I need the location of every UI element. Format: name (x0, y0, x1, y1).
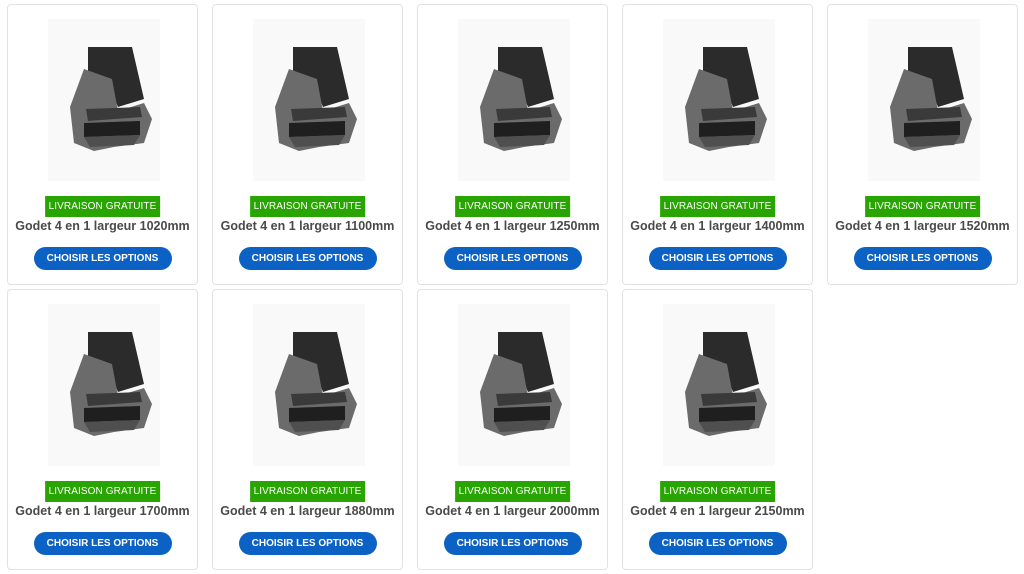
product-card[interactable]: LIVRAISON GRATUITE Godet 4 en 1 largeur … (7, 289, 198, 570)
product-title[interactable]: Godet 4 en 1 largeur 1520mm (828, 219, 1017, 233)
product-title[interactable]: Godet 4 en 1 largeur 1020mm (8, 219, 197, 233)
choose-options-button[interactable]: CHOISIR LES OPTIONS (238, 247, 377, 270)
product-title[interactable]: Godet 4 en 1 largeur 1700mm (8, 504, 197, 518)
free-delivery-badge: LIVRAISON GRATUITE (659, 196, 776, 217)
product-card[interactable]: LIVRAISON GRATUITE Godet 4 en 1 largeur … (212, 289, 403, 570)
product-image[interactable] (458, 304, 570, 466)
product-image[interactable] (253, 19, 365, 181)
product-card[interactable]: LIVRAISON GRATUITE Godet 4 en 1 largeur … (417, 289, 608, 570)
free-delivery-badge: LIVRAISON GRATUITE (659, 481, 776, 502)
choose-options-button[interactable]: CHOISIR LES OPTIONS (238, 532, 377, 555)
free-delivery-badge: LIVRAISON GRATUITE (44, 196, 161, 217)
product-card[interactable]: LIVRAISON GRATUITE Godet 4 en 1 largeur … (417, 4, 608, 285)
choose-options-button[interactable]: CHOISIR LES OPTIONS (33, 532, 172, 555)
choose-options-button[interactable]: CHOISIR LES OPTIONS (443, 532, 582, 555)
product-title[interactable]: Godet 4 en 1 largeur 1250mm (418, 219, 607, 233)
product-image[interactable] (48, 19, 160, 181)
product-card[interactable]: LIVRAISON GRATUITE Godet 4 en 1 largeur … (827, 4, 1018, 285)
product-title[interactable]: Godet 4 en 1 largeur 2000mm (418, 504, 607, 518)
product-title[interactable]: Godet 4 en 1 largeur 1400mm (623, 219, 812, 233)
product-title[interactable]: Godet 4 en 1 largeur 1880mm (213, 504, 402, 518)
product-card[interactable]: LIVRAISON GRATUITE Godet 4 en 1 largeur … (622, 289, 813, 570)
product-card[interactable]: LIVRAISON GRATUITE Godet 4 en 1 largeur … (622, 4, 813, 285)
product-image[interactable] (663, 304, 775, 466)
free-delivery-badge: LIVRAISON GRATUITE (454, 481, 571, 502)
product-image[interactable] (663, 19, 775, 181)
free-delivery-badge: LIVRAISON GRATUITE (864, 196, 981, 217)
product-grid: LIVRAISON GRATUITE Godet 4 en 1 largeur … (7, 4, 1018, 570)
choose-options-button[interactable]: CHOISIR LES OPTIONS (648, 532, 787, 555)
product-card[interactable]: LIVRAISON GRATUITE Godet 4 en 1 largeur … (212, 4, 403, 285)
choose-options-button[interactable]: CHOISIR LES OPTIONS (648, 247, 787, 270)
product-card[interactable]: LIVRAISON GRATUITE Godet 4 en 1 largeur … (7, 4, 198, 285)
free-delivery-badge: LIVRAISON GRATUITE (44, 481, 161, 502)
product-title[interactable]: Godet 4 en 1 largeur 2150mm (623, 504, 812, 518)
product-image[interactable] (253, 304, 365, 466)
product-title[interactable]: Godet 4 en 1 largeur 1100mm (213, 219, 402, 233)
choose-options-button[interactable]: CHOISIR LES OPTIONS (443, 247, 582, 270)
product-image[interactable] (458, 19, 570, 181)
free-delivery-badge: LIVRAISON GRATUITE (249, 481, 366, 502)
product-image[interactable] (868, 19, 980, 181)
bucket-image (70, 47, 152, 151)
choose-options-button[interactable]: CHOISIR LES OPTIONS (33, 247, 172, 270)
product-image[interactable] (48, 304, 160, 466)
free-delivery-badge: LIVRAISON GRATUITE (249, 196, 366, 217)
free-delivery-badge: LIVRAISON GRATUITE (454, 196, 571, 217)
choose-options-button[interactable]: CHOISIR LES OPTIONS (853, 247, 992, 270)
